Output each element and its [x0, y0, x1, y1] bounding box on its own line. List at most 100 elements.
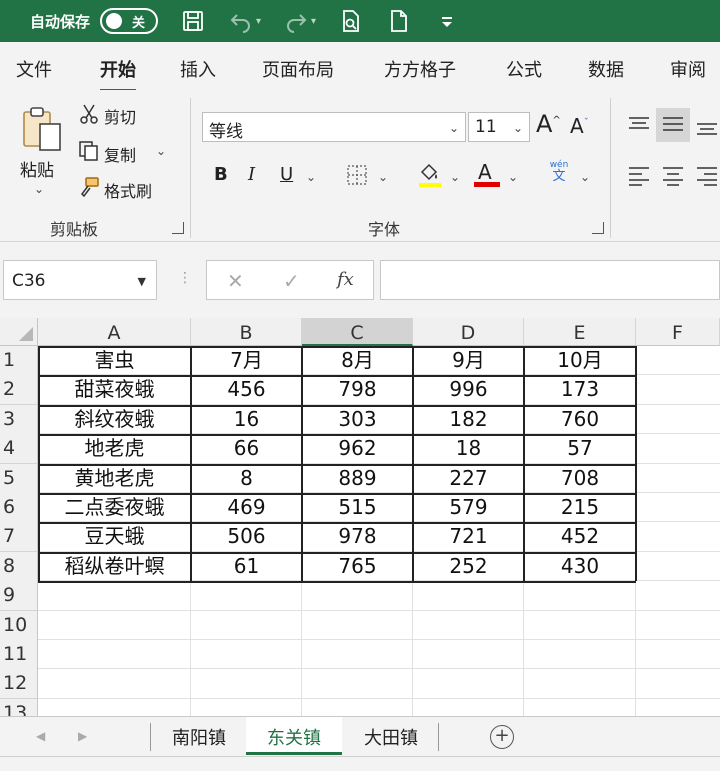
table-cell[interactable]: 地老虎 — [38, 434, 191, 464]
column-header-f[interactable]: F — [636, 318, 720, 346]
cut-icon[interactable] — [80, 104, 98, 128]
autosave-toggle[interactable]: 关 — [100, 8, 159, 34]
table-cell[interactable]: 173 — [524, 375, 636, 405]
table-cell[interactable]: 57 — [524, 434, 636, 464]
table-cell[interactable]: 227 — [413, 464, 524, 494]
column-header-e[interactable]: E — [524, 318, 636, 346]
table-cell[interactable]: 252 — [413, 552, 524, 582]
borders-dropdown-icon[interactable]: ⌄ — [378, 170, 388, 184]
enter-icon[interactable]: ✓ — [283, 269, 300, 293]
align-left-icon[interactable] — [628, 166, 650, 190]
table-cell[interactable]: 760 — [524, 405, 636, 435]
format-painter-icon[interactable] — [78, 176, 100, 202]
font-color-icon[interactable]: A — [474, 160, 500, 188]
table-cell[interactable]: 515 — [302, 493, 413, 523]
table-cell[interactable]: 10月 — [524, 346, 636, 376]
cancel-icon[interactable]: ✕ — [227, 269, 244, 293]
phonetic-icon[interactable]: wén 文 — [546, 160, 572, 190]
table-cell[interactable]: 708 — [524, 464, 636, 494]
paste-button[interactable]: 粘贴 ⌄ — [14, 102, 68, 202]
table-cell[interactable]: 斜纹夜蛾 — [38, 405, 191, 435]
row-header[interactable]: 5 — [0, 464, 38, 494]
align-top-icon[interactable] — [628, 116, 650, 138]
copy-label[interactable]: 复制 — [104, 142, 136, 166]
align-center-icon[interactable] — [662, 166, 684, 190]
tab-insert[interactable]: 插入 — [180, 56, 216, 82]
paste-dropdown-icon[interactable]: ⌄ — [34, 182, 44, 196]
tab-fangfang[interactable]: 方方格子 — [384, 56, 456, 82]
table-cell[interactable]: 721 — [413, 522, 524, 552]
row-header[interactable]: 13 — [0, 699, 38, 716]
table-cell[interactable]: 害虫 — [38, 346, 191, 376]
table-cell[interactable]: 16 — [191, 405, 302, 435]
name-box-dropdown-icon[interactable]: ▼ — [138, 275, 146, 288]
redo-icon[interactable] — [283, 8, 309, 34]
table-cell[interactable]: 456 — [191, 375, 302, 405]
underline-dropdown-icon[interactable]: ⌄ — [306, 170, 316, 184]
spreadsheet-grid[interactable]: A B C D E F 1 2 3 4 5 6 7 8 9 10 11 12 13 害虫 7月 8月 9月 10月 甜菜夜蛾 45… — [0, 318, 720, 716]
table-cell[interactable]: 452 — [524, 522, 636, 552]
tab-home[interactable]: 开始 — [100, 56, 136, 92]
sheet-tab-dongguan[interactable]: 东关镇 — [246, 717, 342, 755]
copy-icon[interactable] — [78, 140, 100, 166]
column-header-d[interactable]: D — [413, 318, 524, 346]
table-cell[interactable]: 稻纵卷叶螟 — [38, 552, 191, 582]
column-header-b[interactable]: B — [191, 318, 302, 346]
sheet-tab-nanyang[interactable]: 南阳镇 — [154, 717, 244, 755]
font-launcher-icon[interactable] — [592, 222, 604, 234]
save-icon[interactable] — [180, 8, 206, 34]
table-cell[interactable]: 二点委夜蛾 — [38, 493, 191, 523]
table-cell[interactable]: 8 — [191, 464, 302, 494]
row-header[interactable]: 10 — [0, 611, 38, 641]
table-cell[interactable]: 889 — [302, 464, 413, 494]
row-header[interactable]: 8 — [0, 552, 38, 582]
table-cell[interactable]: 18 — [413, 434, 524, 464]
bold-button[interactable]: B — [214, 164, 228, 185]
italic-button[interactable]: I — [248, 164, 255, 185]
font-color-dropdown-icon[interactable]: ⌄ — [508, 170, 518, 184]
row-header[interactable]: 6 — [0, 493, 38, 523]
row-header[interactable]: 3 — [0, 405, 38, 435]
align-bottom-icon[interactable] — [696, 120, 718, 142]
insert-function-icon[interactable]: fx — [337, 269, 354, 290]
table-cell[interactable]: 430 — [524, 552, 636, 582]
font-name-box[interactable]: 等线 ⌄ — [202, 112, 466, 142]
column-header-a[interactable]: A — [38, 318, 191, 346]
sheet-tab-datian[interactable]: 大田镇 — [344, 717, 438, 755]
underline-button[interactable]: U — [280, 164, 293, 185]
row-header[interactable]: 1 — [0, 346, 38, 376]
table-cell[interactable]: 765 — [302, 552, 413, 582]
tab-page-layout[interactable]: 页面布局 — [262, 56, 334, 82]
formula-input[interactable] — [380, 260, 720, 300]
phonetic-dropdown-icon[interactable]: ⌄ — [580, 170, 590, 184]
table-cell[interactable]: 962 — [302, 434, 413, 464]
more-options-icon[interactable]: ⋮ — [178, 270, 192, 286]
font-size-box[interactable]: 11 ⌄ — [468, 112, 530, 142]
grow-font-button[interactable]: A^ — [536, 110, 561, 138]
table-cell[interactable]: 豆天蛾 — [38, 522, 191, 552]
table-cell[interactable]: 9月 — [413, 346, 524, 376]
row-header[interactable]: 12 — [0, 669, 38, 699]
fill-color-icon[interactable] — [418, 162, 442, 192]
row-header[interactable]: 11 — [0, 640, 38, 670]
align-right-icon[interactable] — [696, 166, 718, 190]
table-cell[interactable]: 61 — [191, 552, 302, 582]
name-box[interactable]: C36 ▼ — [3, 260, 157, 300]
table-cell[interactable]: 506 — [191, 522, 302, 552]
table-cell[interactable]: 469 — [191, 493, 302, 523]
redo-dropdown-icon[interactable]: ▾ — [311, 16, 316, 27]
fill-color-dropdown-icon[interactable]: ⌄ — [450, 170, 460, 184]
undo-icon[interactable] — [228, 8, 254, 34]
borders-icon[interactable] — [346, 164, 368, 190]
undo-dropdown-icon[interactable]: ▾ — [256, 16, 261, 27]
row-header[interactable]: 2 — [0, 375, 38, 405]
prev-sheet-icon[interactable]: ◀ — [36, 729, 45, 743]
tab-file[interactable]: 文件 — [16, 56, 52, 82]
row-header[interactable]: 4 — [0, 434, 38, 464]
table-cell[interactable]: 7月 — [191, 346, 302, 376]
tab-review[interactable]: 审阅 — [670, 56, 706, 82]
next-sheet-icon[interactable]: ▶ — [78, 729, 87, 743]
table-cell[interactable]: 303 — [302, 405, 413, 435]
copy-dropdown-icon[interactable]: ⌄ — [156, 144, 166, 158]
format-painter-label[interactable]: 格式刷 — [104, 178, 152, 202]
